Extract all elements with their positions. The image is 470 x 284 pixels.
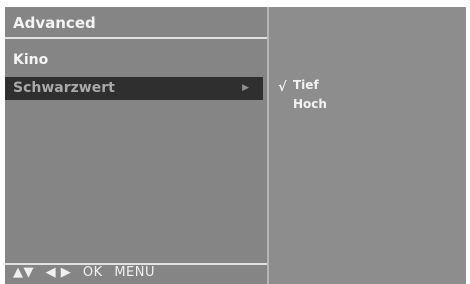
option-hoch[interactable]: Hoch <box>293 97 327 111</box>
footer-ok: OK <box>82 265 103 280</box>
footer-menu: MENU <box>114 265 155 280</box>
footer-help: ▲▼ ◀ ▶ OK MENU <box>13 265 162 280</box>
menu-item-label: Schwarzwert <box>13 80 115 96</box>
checkmark-icon: √ <box>278 80 287 95</box>
menu-title: Advanced <box>13 14 96 32</box>
menu-item-kino[interactable]: Kino <box>13 52 263 68</box>
submenu-panel: √ Tief Hoch <box>269 7 466 284</box>
menu-item-label: Kino <box>13 52 49 68</box>
title-divider <box>5 37 267 39</box>
up-down-arrows-icon: ▲▼ <box>13 265 34 280</box>
option-tief[interactable]: Tief <box>293 78 319 92</box>
menu-item-schwarzwert[interactable]: Schwarzwert ▶ <box>5 77 263 100</box>
menu-panel: Advanced Kino Schwarzwert ▶ ▲▼ ◀ ▶ OK ME… <box>5 7 269 284</box>
left-right-arrows-icon: ◀ ▶ <box>45 265 72 280</box>
arrow-right-icon: ▶ <box>242 83 249 93</box>
